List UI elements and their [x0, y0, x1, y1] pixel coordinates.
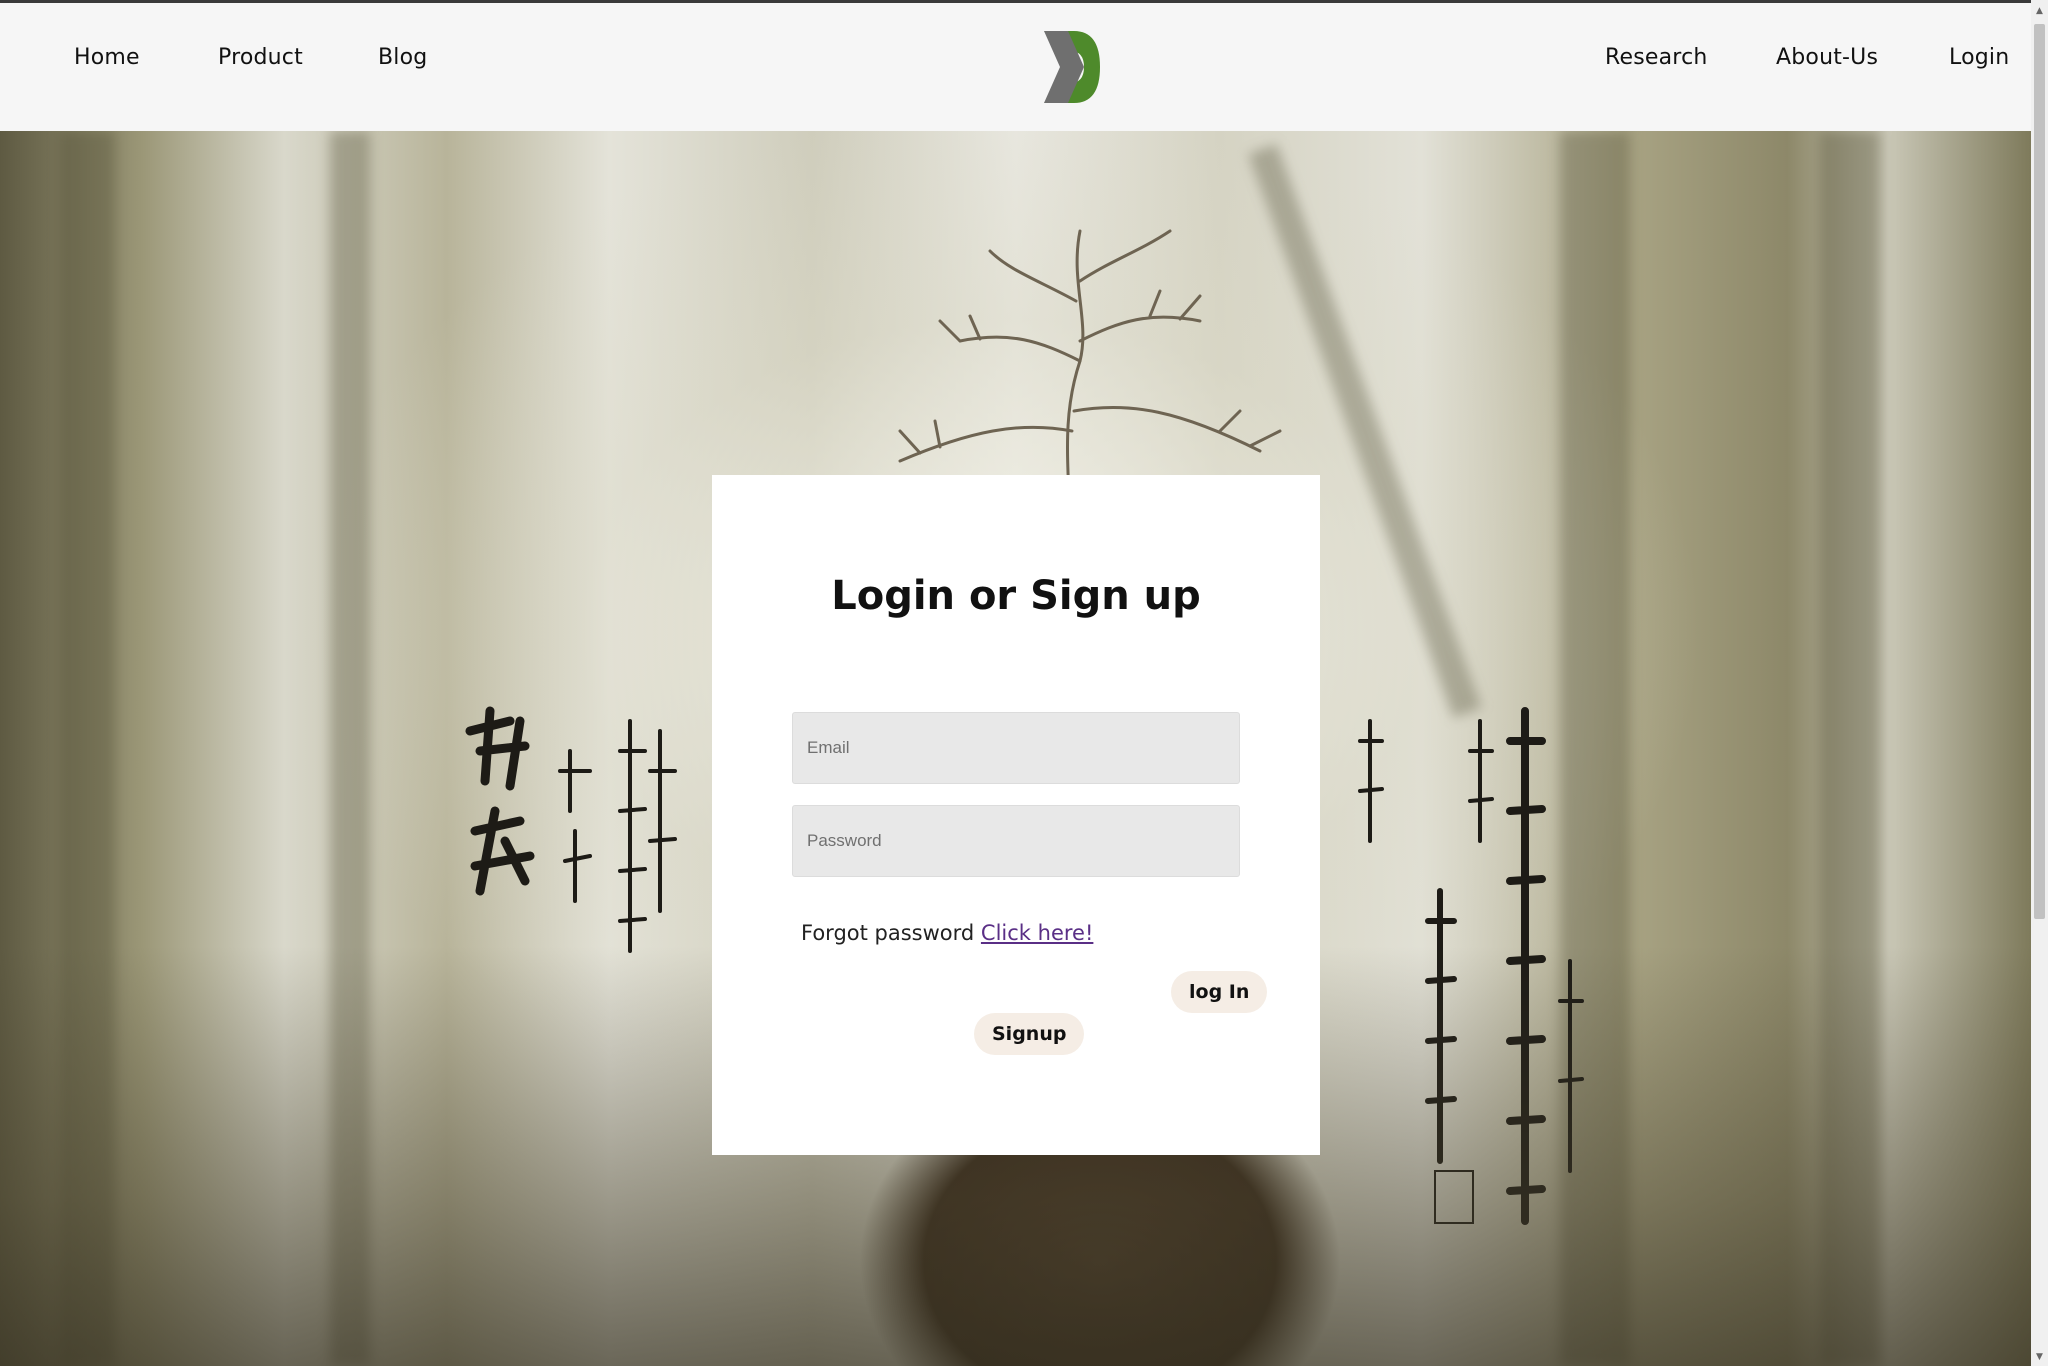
nav-about-us-link[interactable]: About-Us: [1776, 45, 1878, 70]
nav-research-link[interactable]: Research: [1605, 45, 1708, 70]
forgot-password-label: Forgot password: [801, 921, 975, 945]
scroll-down-arrow-icon[interactable]: ▼: [2034, 1352, 2045, 1362]
login-card: Login or Sign up Forgot password Click h…: [712, 475, 1320, 1155]
email-input[interactable]: [792, 712, 1240, 784]
nav-blog-link[interactable]: Blog: [378, 45, 427, 70]
forgot-password-link[interactable]: Click here!: [981, 921, 1093, 945]
nav-login-link[interactable]: Login: [1949, 45, 2009, 70]
forgot-password-row: Forgot password Click here!: [801, 921, 1093, 945]
scroll-up-arrow-icon[interactable]: ▲: [2034, 6, 2045, 16]
sigma-logo-icon[interactable]: [1040, 27, 1106, 107]
top-navbar: Home Product Blog Research About-Us Logi…: [0, 3, 2031, 131]
nav-product-link[interactable]: Product: [218, 45, 303, 70]
signup-button[interactable]: Signup: [974, 1013, 1085, 1055]
login-button[interactable]: log In: [1171, 971, 1268, 1013]
login-title: Login or Sign up: [831, 573, 1201, 619]
nav-home-link[interactable]: Home: [74, 45, 140, 70]
password-input[interactable]: [792, 805, 1240, 877]
scrollbar-thumb[interactable]: [2034, 24, 2045, 919]
